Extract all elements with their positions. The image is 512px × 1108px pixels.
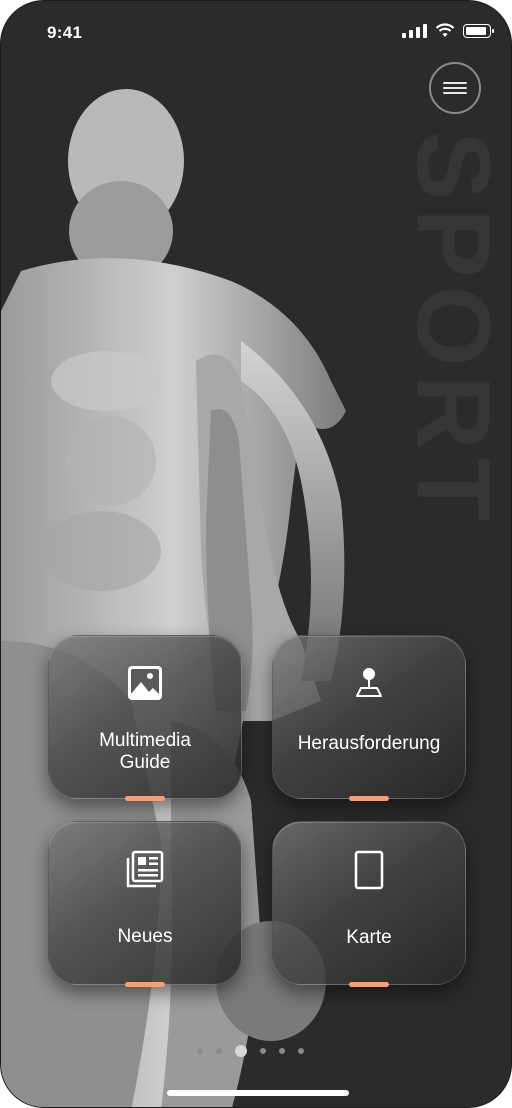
- card-icon: [354, 850, 384, 890]
- tile-label: Guide: [119, 752, 171, 773]
- tile-label: Karte: [346, 927, 392, 948]
- battery-icon: [463, 23, 494, 38]
- tile-herausforderung[interactable]: Herausforderung: [272, 635, 466, 801]
- wifi-icon: [435, 23, 455, 37]
- status-time: 9:41: [47, 23, 83, 42]
- page-dot[interactable]: [216, 1048, 222, 1054]
- menu-button[interactable]: [429, 62, 481, 114]
- tile-accent-bar: [349, 982, 389, 987]
- hamburger-icon: [443, 82, 467, 94]
- app-screen: SPORT 9:41 Multimedia Guide Herausforder…: [0, 0, 512, 1108]
- tile-label: Herausforderung: [297, 733, 441, 754]
- tile-label: Neues: [117, 926, 173, 947]
- watermark-text: SPORT: [395, 131, 511, 530]
- page-dot[interactable]: [298, 1048, 304, 1054]
- page-indicator: [197, 1045, 304, 1057]
- page-dot-active[interactable]: [235, 1045, 247, 1057]
- tile-neues[interactable]: Neues: [48, 821, 242, 987]
- signal-icon: [402, 23, 427, 38]
- tile-label: Multimedia: [99, 730, 191, 751]
- tile-karte[interactable]: Karte: [272, 821, 466, 987]
- map-pin-icon: [356, 668, 382, 697]
- image-icon: [128, 666, 162, 700]
- tile-multimedia-guide[interactable]: Multimedia Guide: [48, 635, 242, 801]
- tile-accent-bar: [125, 982, 165, 987]
- status-icons: [402, 23, 494, 38]
- page-dot[interactable]: [197, 1048, 203, 1054]
- tile-accent-bar: [125, 796, 165, 801]
- news-icon: [126, 850, 164, 888]
- tile-accent-bar: [349, 796, 389, 801]
- page-dot[interactable]: [260, 1048, 266, 1054]
- page-dot[interactable]: [279, 1048, 285, 1054]
- home-indicator[interactable]: [167, 1090, 349, 1096]
